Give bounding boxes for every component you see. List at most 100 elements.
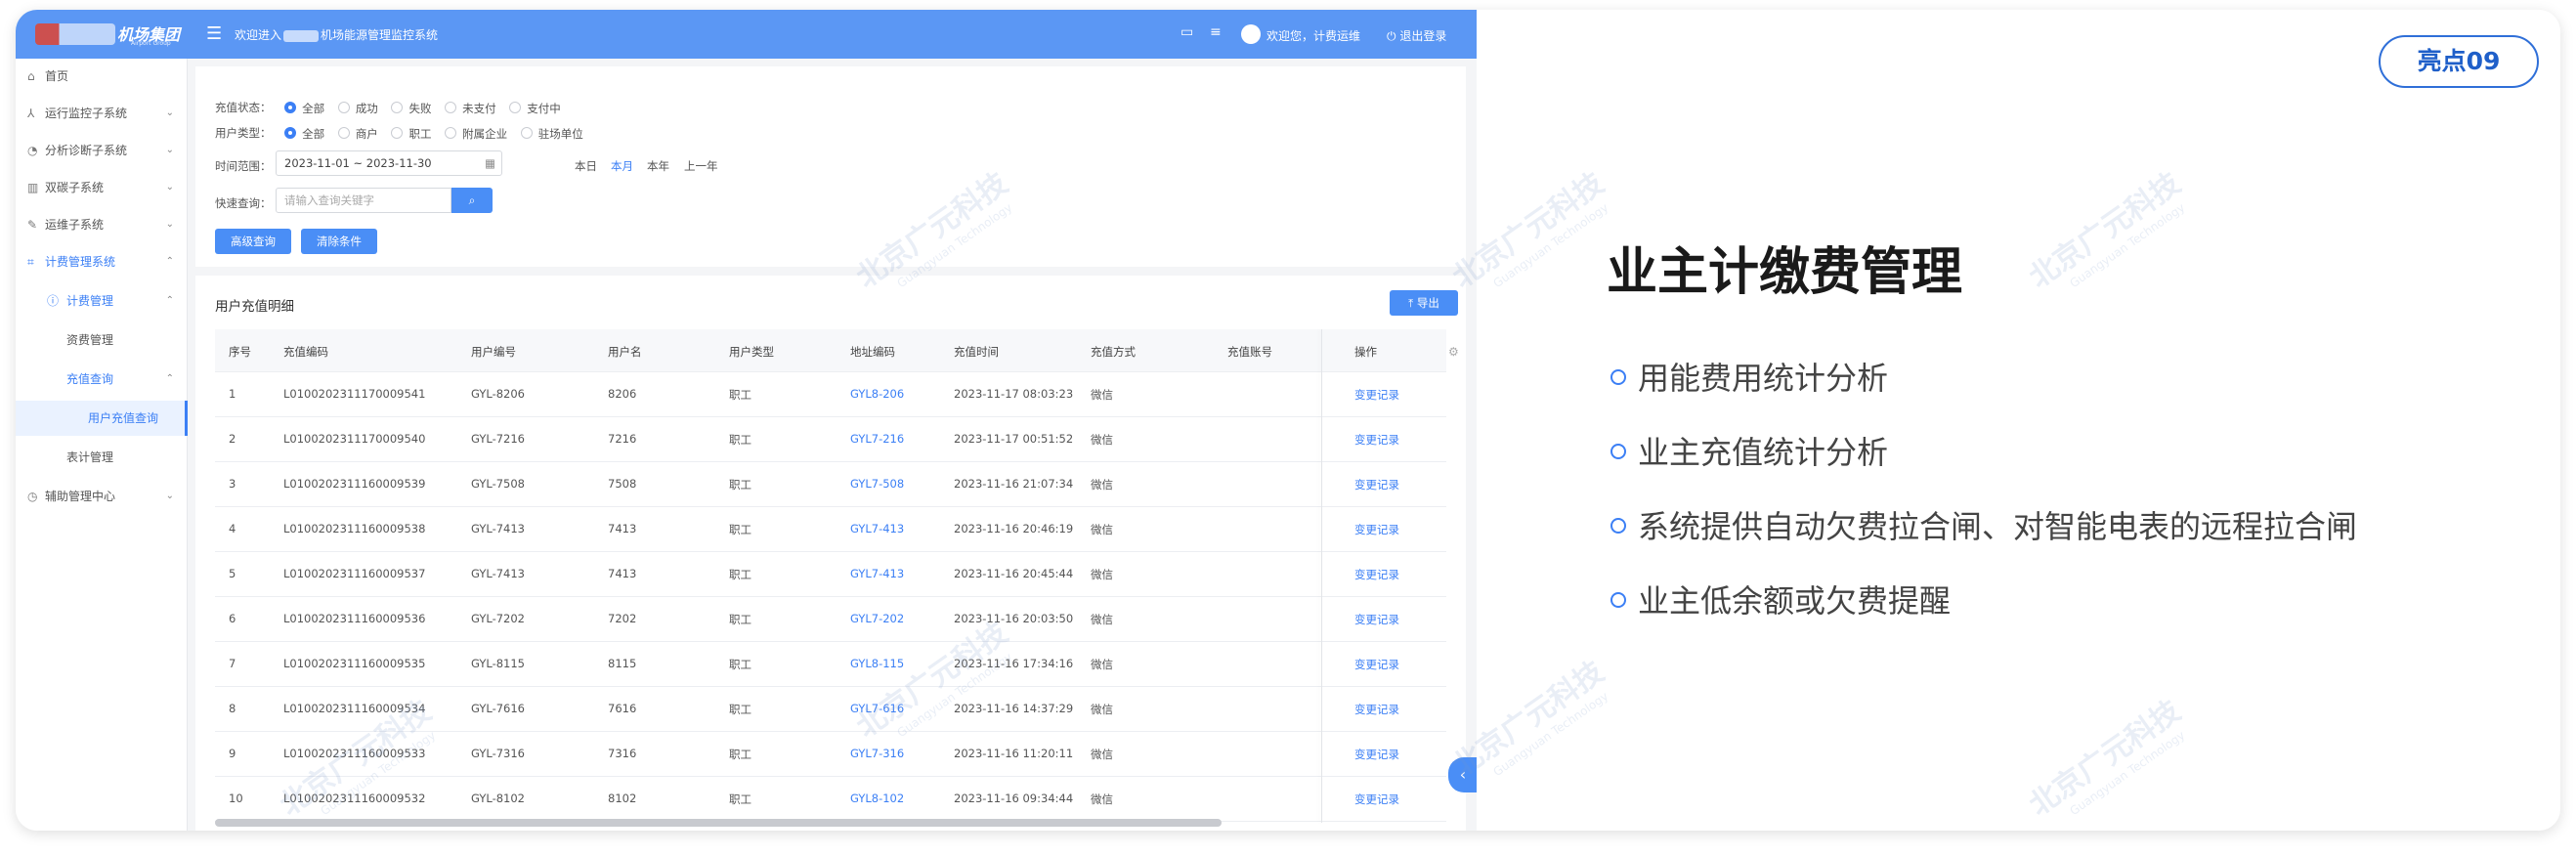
cell-pay-method: 微信 <box>1091 523 1113 536</box>
change-log-link[interactable]: 变更记录 <box>1354 477 1399 492</box>
sidebar-item-monitoring[interactable]: ⅄ 运行监控子系统 ⌄ <box>16 96 188 131</box>
pie-icon: ◔ <box>27 144 38 157</box>
cell-address-code[interactable]: GYL7-413 <box>850 522 904 535</box>
table-row: 5 L0100202311160009537 GYL-7413 7413 职工 GYL7-… <box>215 552 1446 597</box>
cell-address-code[interactable]: GYL8-206 <box>850 387 904 401</box>
bullet-text: 系统提供自动欠费拉合闸、对智能电表的远程拉合闸 <box>1638 508 2358 545</box>
cell-pay-method: 微信 <box>1091 613 1113 626</box>
cell-index: 7 <box>229 657 236 670</box>
column-header: 用户名 <box>608 345 642 359</box>
date-range-value: 2023-11-01 ~ 2023-11-30 <box>284 156 432 170</box>
sidebar-item-label: 分析诊断子系统 <box>45 144 128 157</box>
top-bar: 机场集团 Airport Group ☰ 欢迎进入 机场能源管理监控系统 ▭ ≡ … <box>16 10 1477 59</box>
cell-user-id: GYL-7413 <box>471 522 525 535</box>
gear-icon[interactable]: ⚙ <box>1448 345 1459 359</box>
export-label: 导出 <box>1416 296 1439 310</box>
radio-type-all[interactable] <box>284 126 297 139</box>
cell-address-code[interactable]: GYL7-616 <box>850 702 904 715</box>
avatar[interactable] <box>1241 24 1261 44</box>
sidebar: ⌂ 首页 ⅄ 运行监控子系统 ⌄ ◔ 分析诊断子系统 ⌄ ▥ 双碳子系统 ⌄ ✎ 运维子系统 ⌄ … <box>16 59 188 831</box>
column-header: 充值编码 <box>283 345 328 359</box>
quick-date-month[interactable]: 本月 <box>611 158 633 174</box>
sidebar-item-analysis[interactable]: ◔ 分析诊断子系统 ⌄ <box>16 133 188 168</box>
export-button[interactable]: ⤒ 导出 <box>1390 290 1458 316</box>
quick-date-year[interactable]: 本年 <box>647 158 669 174</box>
sidebar-item-label: 计费管理系统 <box>45 255 116 269</box>
monitor-icon[interactable]: ▭ <box>1181 24 1193 40</box>
radio-type-resident[interactable] <box>520 126 533 139</box>
radio-type-merchant[interactable] <box>337 126 350 139</box>
change-log-link[interactable]: 变更记录 <box>1354 432 1399 448</box>
advanced-search-button[interactable]: 高级查询 <box>215 229 291 254</box>
change-log-link[interactable]: 变更记录 <box>1354 567 1399 582</box>
sidebar-item-meter[interactable]: 表计管理 <box>16 440 188 475</box>
collapse-panel-button[interactable]: ‹ <box>1448 757 1477 792</box>
sidebar-item-maintenance[interactable]: ✎ 运维子系统 ⌄ <box>16 207 188 242</box>
logout-button[interactable]: ⏻ 退出登录 <box>1387 27 1446 44</box>
bullet-text: 业主充值统计分析 <box>1638 434 1889 471</box>
radio-status-unpaid[interactable] <box>445 101 457 113</box>
change-log-link[interactable]: 变更记录 <box>1354 612 1399 627</box>
menu-toggle-icon[interactable]: ☰ <box>206 23 222 44</box>
cell-address-code[interactable]: GYL8-102 <box>850 792 904 805</box>
list-icon[interactable]: ≡ <box>1210 24 1222 40</box>
column-header: 用户类型 <box>729 345 774 359</box>
radio-label: 职工 <box>408 126 432 141</box>
table-title: 用户充值明细 <box>215 299 294 315</box>
cell-user-name: 7202 <box>608 612 637 625</box>
sidebar-item-billing-management[interactable]: ⓘ 计费管理 ⌃ <box>16 283 188 319</box>
cell-address-code[interactable]: GYL8-115 <box>850 657 904 670</box>
cell-address-code[interactable]: GYL7-413 <box>850 567 904 580</box>
radio-status-failed[interactable] <box>391 101 404 113</box>
radio-type-staff[interactable] <box>391 126 404 139</box>
radio-status-paying[interactable] <box>509 101 522 113</box>
cell-user-type: 职工 <box>729 658 751 671</box>
change-log-link[interactable]: 变更记录 <box>1354 702 1399 717</box>
change-log-link[interactable]: 变更记录 <box>1354 747 1399 762</box>
sidebar-item-assist-center[interactable]: ◷ 辅助管理中心 ⌄ <box>16 479 188 514</box>
quick-date-today[interactable]: 本日 <box>575 158 597 174</box>
sidebar-item-user-recharge[interactable]: 用户充值查询 <box>16 401 188 436</box>
sidebar-item-recharge-query[interactable]: 充值查询 ⌃ <box>16 362 188 397</box>
sidebar-item-tariff[interactable]: 资费管理 <box>16 322 188 358</box>
sidebar-item-billing-system[interactable]: ⌗ 计费管理系统 ⌃ <box>16 244 188 279</box>
table-row: 1 L0100202311170009541 GYL-8206 8206 职工 GYL8-… <box>215 372 1446 417</box>
chevron-down-icon: ⌄ <box>165 491 174 501</box>
change-log-link[interactable]: 变更记录 <box>1354 522 1399 537</box>
radio-label: 驻场单位 <box>537 126 583 141</box>
horizontal-scrollbar[interactable] <box>215 819 1222 827</box>
search-input[interactable]: 请输入查询关键字 <box>276 188 451 213</box>
sidebar-item-home[interactable]: ⌂ 首页 <box>16 59 188 94</box>
cell-address-code[interactable]: GYL7-202 <box>850 612 904 625</box>
change-log-link[interactable]: 变更记录 <box>1354 792 1399 807</box>
sidebar-item-carbon[interactable]: ▥ 双碳子系统 ⌄ <box>16 170 188 205</box>
cell-address-code[interactable]: GYL7-216 <box>850 432 904 446</box>
search-button[interactable]: ⌕ <box>451 188 493 213</box>
user-greeting[interactable]: 欢迎您，计费运维 <box>1267 27 1360 44</box>
chevron-up-icon: ⌃ <box>165 295 174 306</box>
feature-bullet: 业主充值统计分析 <box>1610 428 1888 473</box>
radio-label: 附属企业 <box>462 126 508 141</box>
radio-status-all[interactable] <box>284 101 297 113</box>
app-screenshot: 机场集团 Airport Group ☰ 欢迎进入 机场能源管理监控系统 ▭ ≡ … <box>16 10 1477 831</box>
cell-pay-method: 微信 <box>1091 748 1113 761</box>
chevron-left-icon: ‹ <box>1459 765 1467 784</box>
cell-user-type: 职工 <box>729 433 751 447</box>
radio-status-success[interactable] <box>337 101 350 113</box>
radio-label: 支付中 <box>527 101 561 115</box>
cell-user-name: 7216 <box>608 432 637 446</box>
quick-date-last-year[interactable]: 上一年 <box>684 158 718 174</box>
cell-recharge-time: 2023-11-16 20:03:50 <box>954 612 1074 625</box>
change-log-link[interactable]: 变更记录 <box>1354 387 1399 403</box>
cell-recharge-time: 2023-11-16 17:34:16 <box>954 657 1074 670</box>
change-log-link[interactable]: 变更记录 <box>1354 657 1399 672</box>
cell-address-code[interactable]: GYL7-316 <box>850 747 904 760</box>
clear-filters-button[interactable]: 清除条件 <box>301 229 377 254</box>
cell-address-code[interactable]: GYL7-508 <box>850 477 904 491</box>
cell-recharge-time: 2023-11-16 21:07:34 <box>954 477 1074 491</box>
welcome-suffix: 机场能源管理监控系统 <box>321 28 439 42</box>
cell-recharge-time: 2023-11-16 11:20:11 <box>954 747 1074 760</box>
date-range-picker[interactable]: 2023-11-01 ~ 2023-11-30 ▦ <box>276 150 502 176</box>
quick-search-label: 快速查询： <box>215 196 272 210</box>
radio-type-affiliate[interactable] <box>445 126 457 139</box>
